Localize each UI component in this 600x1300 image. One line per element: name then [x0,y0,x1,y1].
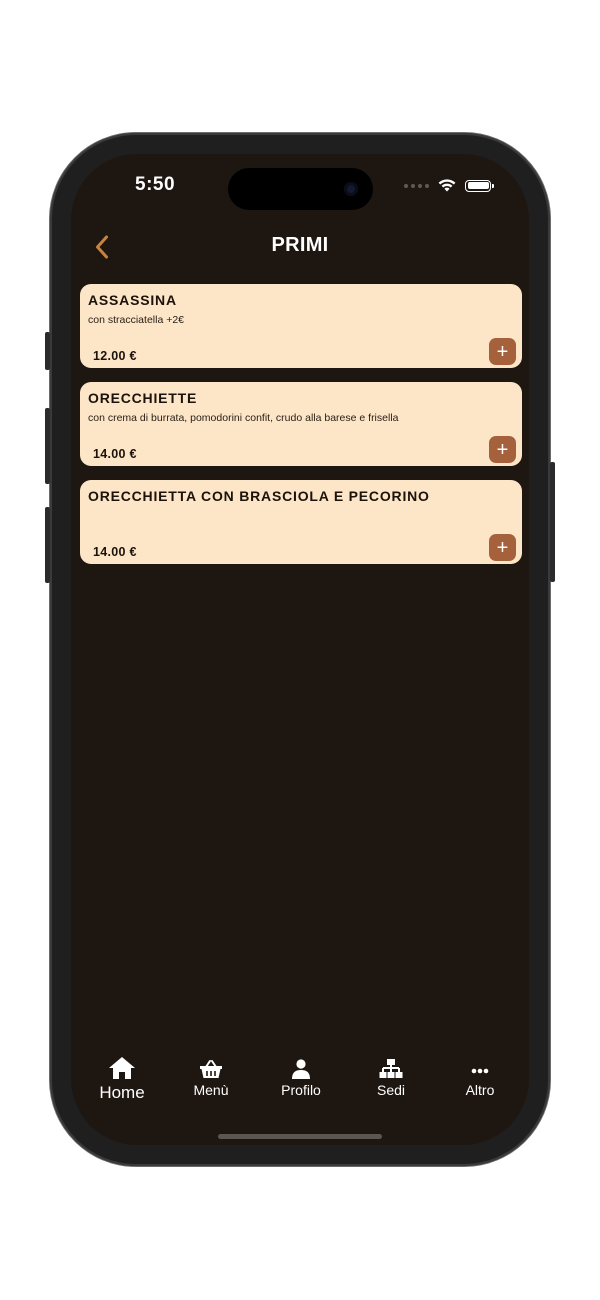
battery-icon [465,179,494,192]
dish-price: 14.00 € [93,545,137,559]
dish-price: 12.00 € [93,349,137,363]
network-icon [379,1059,403,1078]
volume-up-button [45,408,50,484]
dish-price: 14.00 € [93,447,137,461]
page-header: PRIMI [71,224,529,270]
tab-more[interactable]: Altro [440,1059,520,1098]
tab-label: Sedi [376,1082,406,1098]
dish-description: con stracciatella +2€ [88,314,185,326]
tab-label: Menù [193,1082,229,1098]
dish-name: ORECCHIETTE [88,390,198,406]
dish-card[interactable]: ASSASSINA con stracciatella +2€ 12.00 € … [80,284,522,368]
dynamic-island [228,168,373,210]
power-button [550,462,555,582]
wifi-icon [438,179,456,192]
add-to-cart-button[interactable]: + [489,436,516,463]
home-indicator [218,1134,382,1139]
dish-name: ORECCHIETTA CON BRASCIOLA E PECORINO [88,488,430,504]
status-indicators [404,178,494,193]
dish-card[interactable]: ORECCHIETTA CON BRASCIOLA E PECORINO 14.… [80,480,522,564]
camera-icon [344,182,358,196]
tab-label: Profilo [281,1082,321,1098]
more-icon [471,1068,489,1074]
add-to-cart-button[interactable]: + [489,338,516,365]
silent-switch [45,332,50,370]
dish-name: ASSASSINA [88,292,177,308]
home-icon [109,1057,135,1079]
volume-down-button [45,507,50,583]
page-title: PRIMI [271,234,329,256]
tab-bar: Home Menù Profilo Sedi Altro [71,1054,529,1114]
tab-profile[interactable]: Profilo [261,1059,341,1098]
tab-label: Altro [465,1082,495,1098]
add-to-cart-button[interactable]: + [489,534,516,561]
tab-label: Home [99,1083,145,1102]
tab-menu[interactable]: Menù [171,1059,251,1098]
dish-card[interactable]: ORECCHIETTE con crema di burrata, pomodo… [80,382,522,466]
status-time: 5:50 [135,174,176,195]
user-icon [292,1059,310,1079]
app-screen: 5:50 PRIMI ASSASSINA con stracciatella +… [71,154,529,1145]
tab-locations[interactable]: Sedi [351,1059,431,1098]
cellular-signal-icon [404,183,429,188]
dish-list: ASSASSINA con stracciatella +2€ 12.00 € … [80,284,522,578]
basket-icon [200,1060,222,1078]
tab-home[interactable]: Home [82,1056,162,1103]
dish-description: con crema di burrata, pomodorini confit,… [88,412,399,424]
